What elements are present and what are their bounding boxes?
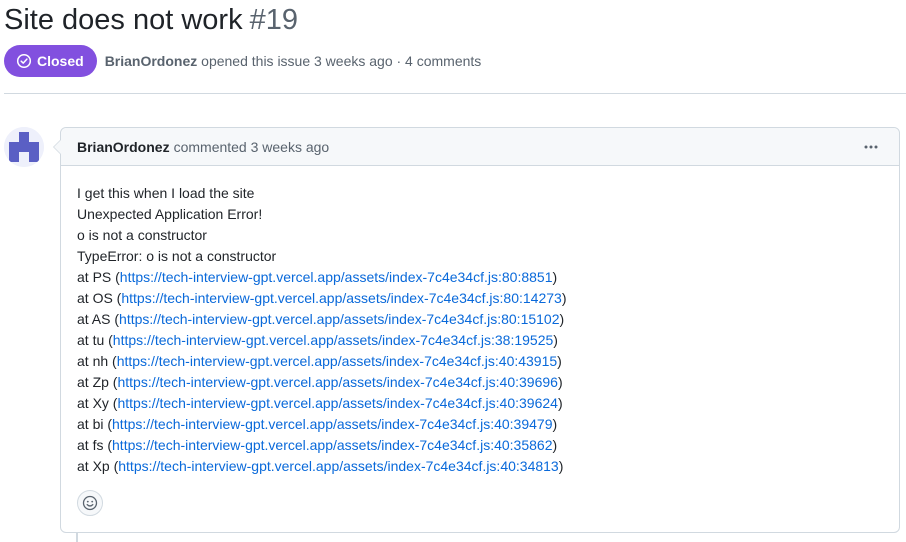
stack-frame-link[interactable]: https://tech-interview-gpt.vercel.app/as… bbox=[117, 374, 557, 390]
stack-frame-link[interactable]: https://tech-interview-gpt.vercel.app/as… bbox=[117, 353, 557, 369]
comment-body: I get this when I load the site Unexpect… bbox=[61, 166, 899, 477]
issue-number: #19 bbox=[249, 3, 298, 36]
stack-frame: at fs (https://tech-interview-gpt.vercel… bbox=[77, 435, 883, 456]
stack-frame-prefix: at fs ( bbox=[77, 437, 113, 453]
stack-frame: at AS (https://tech-interview-gpt.vercel… bbox=[77, 309, 883, 330]
stack-frame: at Zp (https://tech-interview-gpt.vercel… bbox=[77, 372, 883, 393]
stack-frame-prefix: at Xy ( bbox=[77, 395, 118, 411]
comment-timestamp: commented 3 weeks ago bbox=[173, 138, 330, 155]
stack-frame-suffix: ) bbox=[558, 458, 564, 474]
comment-header: BrianOrdonez commented 3 weeks ago bbox=[61, 128, 899, 166]
issue-meta-text: BrianOrdonez opened this issue 3 weeks a… bbox=[105, 53, 482, 69]
stack-frame-prefix: at AS ( bbox=[77, 311, 120, 327]
smiley-icon bbox=[82, 495, 98, 511]
stack-frame-link[interactable]: https://tech-interview-gpt.vercel.app/as… bbox=[121, 290, 561, 306]
stack-frame: at nh (https://tech-interview-gpt.vercel… bbox=[77, 351, 883, 372]
stack-frame-suffix: ) bbox=[557, 353, 562, 369]
identicon bbox=[4, 127, 44, 167]
stack-frame: at bi (https://tech-interview-gpt.vercel… bbox=[77, 414, 883, 435]
stack-frame-prefix: at nh ( bbox=[77, 353, 117, 369]
stack-frame: at Xy (https://tech-interview-gpt.vercel… bbox=[77, 393, 883, 414]
stack-frame-suffix: ) bbox=[557, 374, 563, 390]
stack-frame-link[interactable]: https://tech-interview-gpt.vercel.app/as… bbox=[113, 332, 553, 348]
stack-frame-link[interactable]: https://tech-interview-gpt.vercel.app/as… bbox=[112, 437, 552, 453]
stack-frame-link[interactable]: https://tech-interview-gpt.vercel.app/as… bbox=[117, 395, 557, 411]
kebab-horizontal-icon bbox=[864, 145, 878, 149]
stack-frame: at tu (https://tech-interview-gpt.vercel… bbox=[77, 330, 883, 351]
stack-frame-suffix: ) bbox=[553, 332, 558, 348]
stack-frame-suffix: ) bbox=[557, 395, 563, 411]
stack-frame-suffix: ) bbox=[552, 269, 558, 285]
stack-frame-link[interactable]: https://tech-interview-gpt.vercel.app/as… bbox=[118, 458, 558, 474]
stack-frame: at PS (https://tech-interview-gpt.vercel… bbox=[77, 267, 883, 288]
issue-header: Site does not work #19 Closed BrianOrdon… bbox=[4, 0, 906, 77]
stack-frame-link[interactable]: https://tech-interview-gpt.vercel.app/as… bbox=[120, 269, 553, 285]
stack-frame-prefix: at bi ( bbox=[77, 416, 113, 432]
issue-meta-suffix: opened this issue 3 weeks ago · 4 commen… bbox=[201, 53, 482, 69]
issue-author-link[interactable]: BrianOrdonez bbox=[105, 53, 198, 69]
stack-frame-prefix: at PS ( bbox=[77, 269, 120, 285]
comment-author-link[interactable]: BrianOrdonez bbox=[77, 139, 170, 155]
state-badge: Closed bbox=[4, 45, 97, 77]
issue-meta: Closed BrianOrdonez opened this issue 3 … bbox=[4, 45, 481, 77]
body-line: o is not a constructor bbox=[77, 227, 207, 243]
stack-frame-prefix: at tu ( bbox=[77, 332, 113, 348]
stack-frame-link[interactable]: https://tech-interview-gpt.vercel.app/as… bbox=[112, 416, 552, 432]
body-line: Unexpected Application Error! bbox=[77, 206, 263, 222]
issue-title-row: Site does not work #19 bbox=[4, 0, 906, 40]
body-line: TypeError: o is not a constructor bbox=[77, 248, 277, 264]
body-line: I get this when I load the site bbox=[77, 185, 255, 201]
header-divider bbox=[4, 93, 906, 94]
stack-frame: at OS (https://tech-interview-gpt.vercel… bbox=[77, 288, 883, 309]
issue-title: Site does not work bbox=[4, 3, 243, 36]
add-reaction-button[interactable] bbox=[77, 490, 103, 516]
state-label: Closed bbox=[37, 53, 84, 69]
stack-frame-suffix: ) bbox=[559, 311, 565, 327]
stack-frame-suffix: ) bbox=[552, 437, 558, 453]
stack-frame: at Xp (https://tech-interview-gpt.vercel… bbox=[77, 456, 883, 477]
stack-frame-suffix: ) bbox=[552, 416, 558, 432]
stack-frame-suffix: ) bbox=[561, 290, 567, 306]
avatar[interactable] bbox=[4, 127, 44, 167]
comment-box: BrianOrdonez commented 3 weeks ago I get… bbox=[53, 127, 900, 533]
stack-frame-prefix: at Zp ( bbox=[77, 374, 118, 390]
issue-closed-icon bbox=[16, 53, 32, 69]
comment-options-button[interactable] bbox=[859, 136, 883, 158]
timeline-line bbox=[76, 532, 78, 542]
stack-frame-link[interactable]: https://tech-interview-gpt.vercel.app/as… bbox=[119, 311, 559, 327]
stack-frame-prefix: at OS ( bbox=[77, 290, 122, 306]
stack-frame-prefix: at Xp ( bbox=[77, 458, 119, 474]
